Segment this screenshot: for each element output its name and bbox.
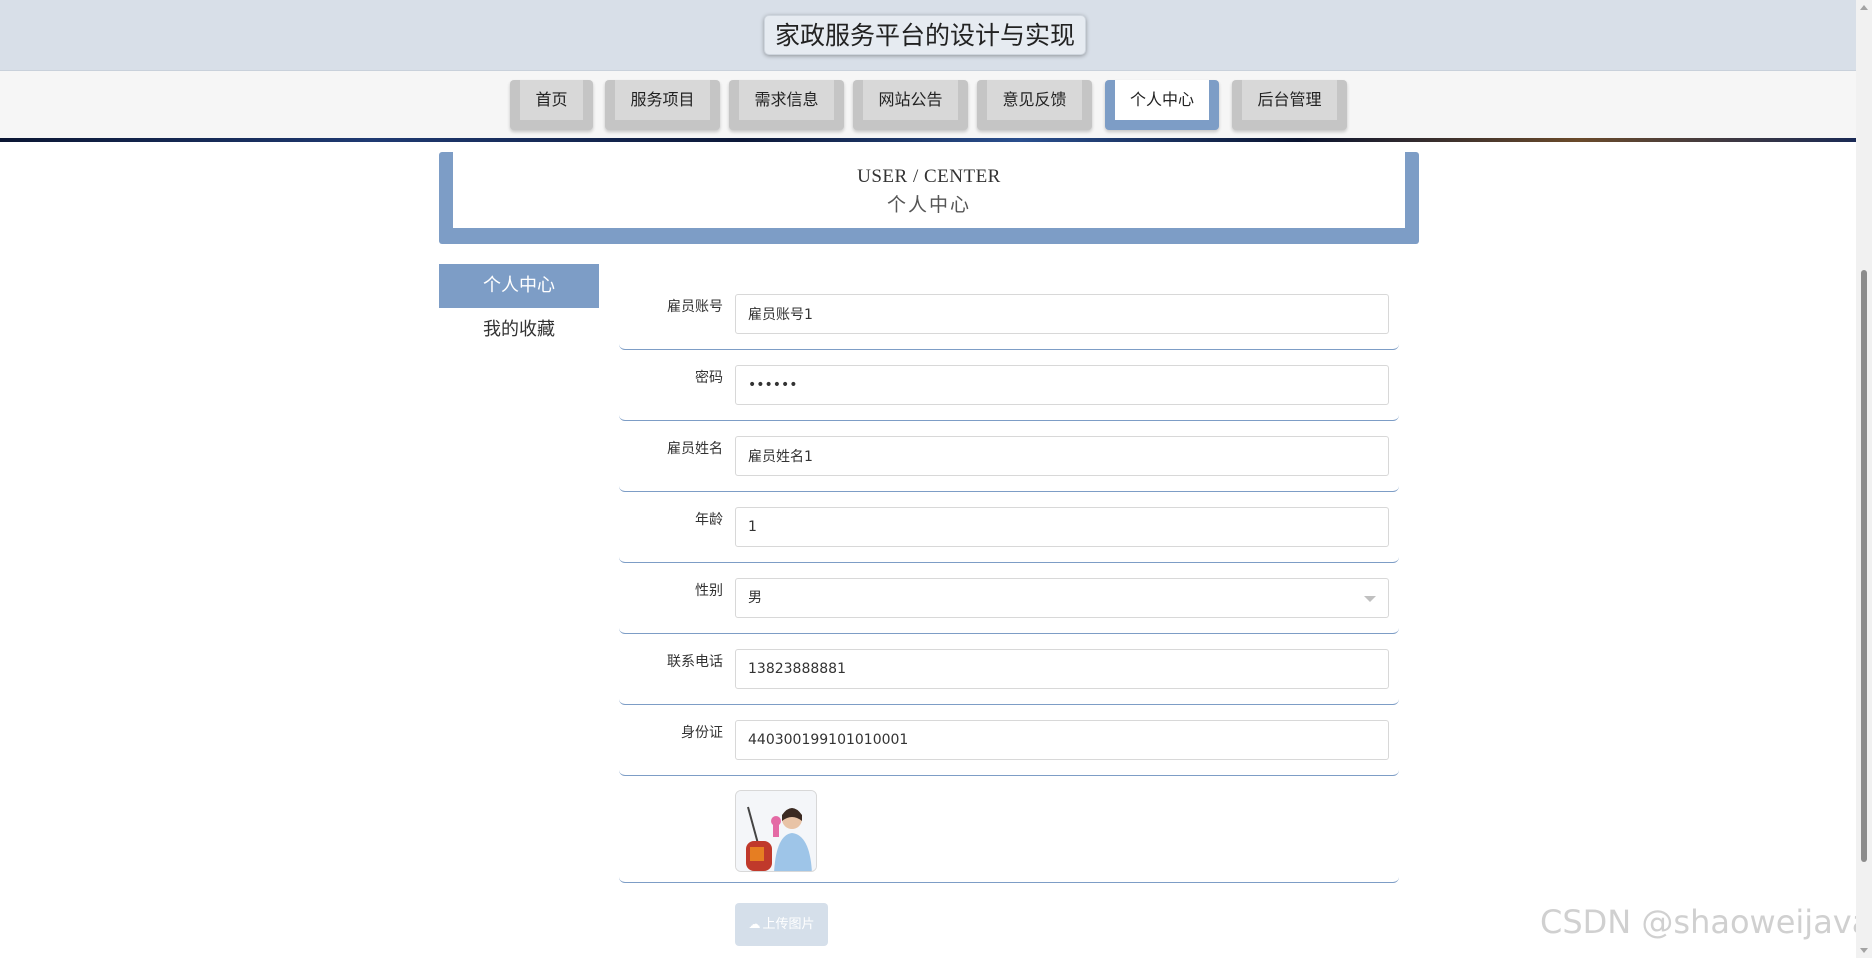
form-row-phone: 联系电话: [619, 634, 1399, 705]
chevron-down-icon: [1364, 596, 1376, 602]
section-title-cn: 个人中心: [886, 194, 971, 216]
side-item-favorites[interactable]: 我的收藏: [439, 308, 599, 352]
account-input[interactable]: [735, 294, 1389, 334]
age-label: 年龄: [695, 512, 723, 528]
nav-feedback[interactable]: 意见反馈: [977, 80, 1092, 130]
nav-services-label: 服务项目: [615, 80, 710, 120]
page-scrollbar[interactable]: [1856, 0, 1872, 958]
form-row-id-card: 身份证: [619, 705, 1399, 776]
form-row-age: 年龄: [619, 492, 1399, 563]
form-row-photo: [619, 771, 1399, 883]
password-label: 密码: [695, 370, 723, 386]
age-input[interactable]: [735, 507, 1389, 547]
password-input[interactable]: [735, 365, 1389, 405]
banner-strip: [0, 138, 1856, 142]
side-item-user-center[interactable]: 个人中心: [439, 264, 599, 308]
scroll-thumb[interactable]: [1861, 270, 1867, 862]
scroll-down-icon[interactable]: [1860, 948, 1868, 953]
side-menu: 个人中心 我的收藏: [439, 264, 599, 352]
name-input[interactable]: [735, 436, 1389, 476]
nav-feedback-label: 意见反馈: [987, 80, 1082, 120]
nav-user-center[interactable]: 个人中心: [1105, 80, 1219, 130]
site-header: 家政服务平台的设计与实现: [0, 0, 1856, 71]
section-header: USER / CENTER 个人中心: [439, 152, 1419, 244]
name-label: 雇员姓名: [667, 441, 723, 457]
form-row-name: 雇员姓名: [619, 421, 1399, 492]
nav-demands[interactable]: 需求信息: [729, 80, 844, 130]
nav-home-label: 首页: [520, 80, 583, 120]
nav-demands-label: 需求信息: [739, 80, 834, 120]
nav-home[interactable]: 首页: [510, 80, 593, 130]
upload-image-button[interactable]: ☁ 上传图片: [735, 903, 828, 946]
nav-announcements-label: 网站公告: [863, 80, 958, 120]
gender-value: 男: [748, 590, 762, 606]
upload-image-label: 上传图片: [762, 917, 815, 932]
form-row-gender: 性别 男: [619, 563, 1399, 634]
cloud-upload-icon: ☁: [748, 917, 761, 931]
site-title: 家政服务平台的设计与实现: [764, 15, 1087, 55]
id-card-input[interactable]: [735, 720, 1389, 760]
phone-label: 联系电话: [667, 654, 723, 670]
nav-services[interactable]: 服务项目: [605, 80, 720, 130]
nav-user-center-label: 个人中心: [1115, 80, 1209, 120]
gender-select[interactable]: 男: [735, 578, 1389, 618]
nav-announcements[interactable]: 网站公告: [853, 80, 968, 130]
account-label: 雇员账号: [667, 299, 723, 315]
section-title-en: USER / CENTER: [857, 166, 1001, 187]
nav-admin-label: 后台管理: [1242, 80, 1337, 120]
avatar-image: [735, 790, 817, 872]
scroll-up-icon[interactable]: [1860, 5, 1868, 10]
phone-input[interactable]: [735, 649, 1389, 689]
gender-label: 性别: [695, 583, 723, 599]
nav-admin[interactable]: 后台管理: [1232, 80, 1347, 130]
form-row-password: 密码: [619, 350, 1399, 421]
id-card-label: 身份证: [681, 725, 723, 741]
watermark: CSDN @shaoweijava: [1540, 903, 1872, 941]
form-row-account: 雇员账号: [619, 279, 1399, 350]
